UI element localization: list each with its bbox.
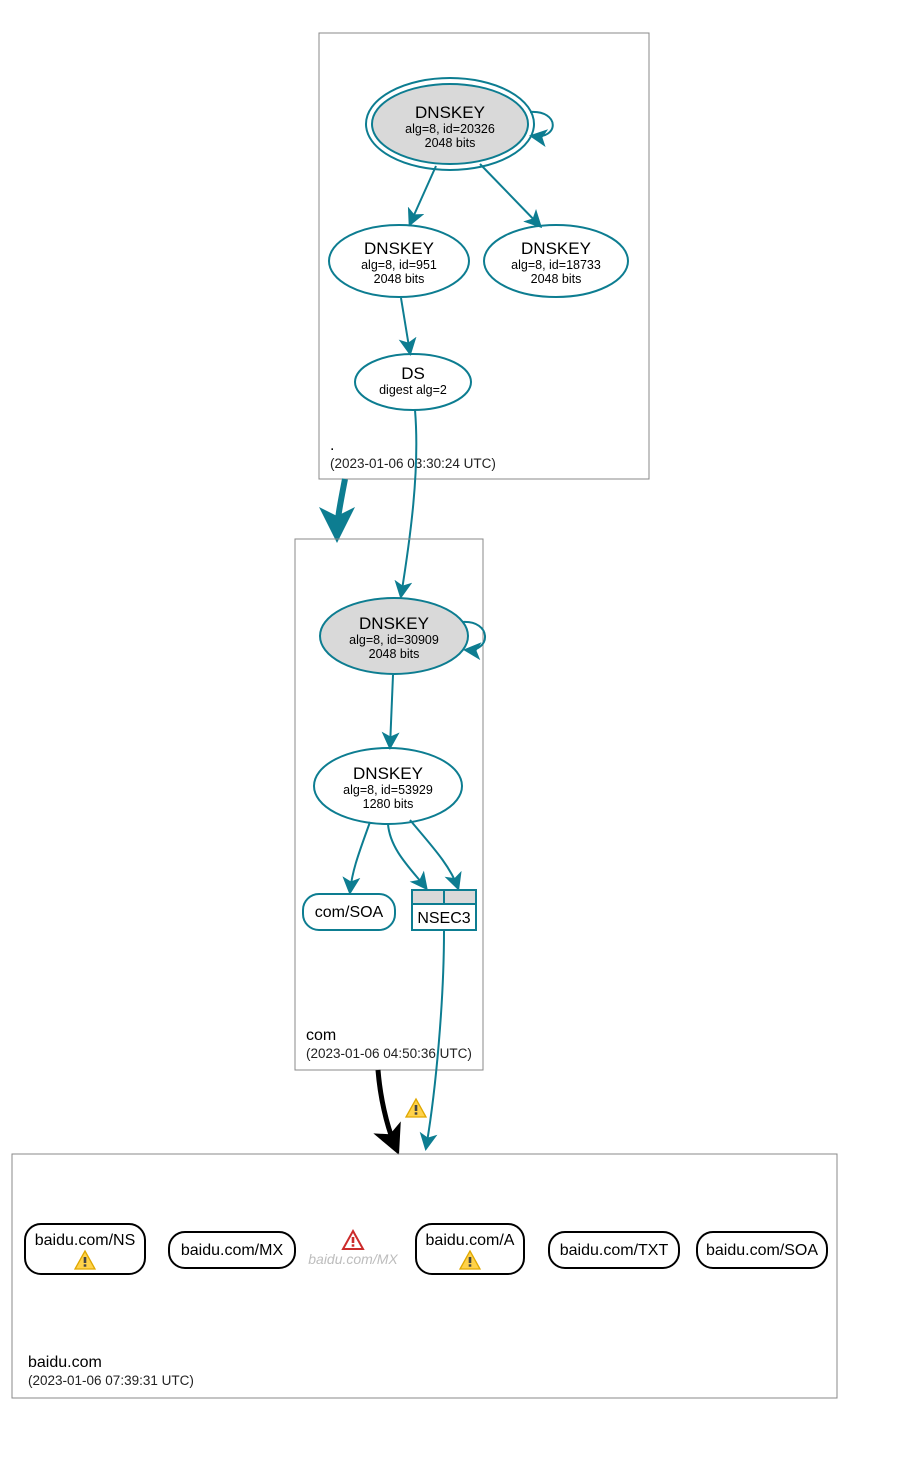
node-baidu-ns[interactable]: baidu.com/NS [25, 1224, 145, 1274]
zone-baidu-timestamp: (2023-01-06 07:39:31 UTC) [28, 1373, 194, 1388]
warning-icon [406, 1099, 426, 1117]
zone-baidu-name: baidu.com [28, 1354, 102, 1371]
svg-text:baidu.com/A: baidu.com/A [426, 1232, 515, 1249]
svg-text:baidu.com/NS: baidu.com/NS [35, 1232, 136, 1249]
zone-com-name: com [306, 1027, 336, 1044]
edge-root-to-com-delegation [337, 479, 345, 534]
node-com-soa[interactable]: com/SOA [303, 894, 395, 930]
svg-text:DNSKEY: DNSKEY [353, 764, 423, 783]
node-baidu-mx-ghost: baidu.com/MX [308, 1231, 398, 1267]
svg-text:alg=8, id=951: alg=8, id=951 [361, 258, 437, 272]
edge-com-nsec3-to-baidu [426, 931, 444, 1148]
svg-text:DNSKEY: DNSKEY [415, 103, 485, 122]
svg-text:2048 bits: 2048 bits [374, 272, 425, 286]
edge-com-to-baidu-delegation [378, 1070, 396, 1148]
svg-text:2048 bits: 2048 bits [425, 136, 476, 150]
zone-com: com (2023-01-06 04:50:36 UTC) DNSKEY alg… [295, 539, 485, 1070]
svg-text:NSEC3: NSEC3 [417, 910, 470, 927]
zone-root-name: . [330, 437, 334, 454]
node-baidu-txt[interactable]: baidu.com/TXT [549, 1232, 679, 1268]
svg-text:DS: DS [401, 364, 425, 383]
edge-root-ds-to-com-ksk [401, 410, 416, 596]
svg-text:DNSKEY: DNSKEY [359, 614, 429, 633]
svg-text:com/SOA: com/SOA [315, 904, 384, 921]
node-root-ds[interactable]: DS digest alg=2 [355, 354, 471, 410]
dnssec-diagram: . (2023-01-06 03:30:24 UTC) DNSKEY alg=8… [0, 0, 901, 1482]
edge-com-ksk-zsk [390, 675, 393, 747]
svg-text:alg=8, id=18733: alg=8, id=18733 [511, 258, 601, 272]
node-baidu-a[interactable]: baidu.com/A [416, 1224, 524, 1274]
svg-text:baidu.com/SOA: baidu.com/SOA [706, 1242, 818, 1259]
svg-text:2048 bits: 2048 bits [369, 647, 420, 661]
edge-com-zsk-soa [350, 822, 370, 892]
node-root-zsk2[interactable]: DNSKEY alg=8, id=18733 2048 bits [484, 225, 628, 297]
zone-root: . (2023-01-06 03:30:24 UTC) DNSKEY alg=8… [319, 33, 649, 479]
node-com-zsk[interactable]: DNSKEY alg=8, id=53929 1280 bits [314, 748, 462, 824]
edge-root-ksk-zsk1 [410, 166, 436, 224]
node-com-ksk[interactable]: DNSKEY alg=8, id=30909 2048 bits [320, 598, 468, 674]
edge-root-zsk1-ds [401, 298, 410, 353]
svg-text:baidu.com/MX: baidu.com/MX [308, 1251, 398, 1267]
svg-text:DNSKEY: DNSKEY [521, 239, 591, 258]
svg-text:digest alg=2: digest alg=2 [379, 383, 447, 397]
edge-root-ksk-zsk2 [480, 164, 540, 226]
svg-text:DNSKEY: DNSKEY [364, 239, 434, 258]
svg-text:baidu.com/MX: baidu.com/MX [181, 1242, 284, 1259]
svg-text:alg=8, id=53929: alg=8, id=53929 [343, 783, 433, 797]
node-root-zsk1[interactable]: DNSKEY alg=8, id=951 2048 bits [329, 225, 469, 297]
node-baidu-soa[interactable]: baidu.com/SOA [697, 1232, 827, 1268]
node-com-nsec3[interactable]: NSEC3 [412, 890, 476, 930]
svg-text:alg=8, id=20326: alg=8, id=20326 [405, 122, 495, 136]
svg-text:1280 bits: 1280 bits [363, 797, 414, 811]
zone-com-timestamp: (2023-01-06 04:50:36 UTC) [306, 1046, 472, 1061]
svg-text:baidu.com/TXT: baidu.com/TXT [560, 1242, 669, 1259]
zone-baidu: baidu.com (2023-01-06 07:39:31 UTC) baid… [12, 1154, 837, 1398]
svg-text:2048 bits: 2048 bits [531, 272, 582, 286]
node-root-ksk[interactable]: DNSKEY alg=8, id=20326 2048 bits [366, 78, 534, 170]
zone-root-timestamp: (2023-01-06 03:30:24 UTC) [330, 456, 496, 471]
node-baidu-mx[interactable]: baidu.com/MX [169, 1232, 295, 1268]
svg-text:alg=8, id=30909: alg=8, id=30909 [349, 633, 439, 647]
